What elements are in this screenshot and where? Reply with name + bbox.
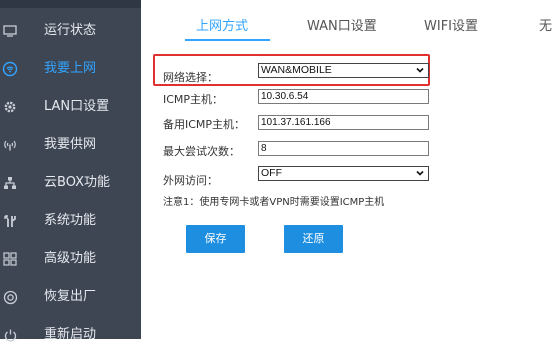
wifi-icon [0, 50, 20, 88]
reset-icon [0, 278, 20, 316]
sidebar-item-factory-reset[interactable]: 恢复出厂 [0, 278, 141, 316]
network-select-value: WAN&MOBILE [261, 64, 332, 76]
sidebar-item-advanced[interactable]: 高级功能 [0, 240, 141, 278]
network-icon [0, 164, 20, 202]
sidebar-item-label: 高级功能 [44, 251, 97, 266]
gear-icon [0, 88, 20, 126]
max-retries-input[interactable]: 8 [258, 141, 429, 156]
external-access-label: 外网访问： [163, 174, 218, 187]
sidebar-item-system[interactable]: 系统功能 [0, 202, 141, 240]
sidebar-item-provide-network[interactable]: 我要供网 [0, 126, 141, 164]
monitor-icon [0, 12, 20, 50]
sidebar-item-label: 重新启动 [44, 327, 97, 342]
icmp-host-input[interactable]: 10.30.6.54 [258, 89, 429, 104]
tab-wan-settings[interactable]: WAN口设置 [307, 8, 377, 46]
sidebar-item-label: 系统功能 [44, 213, 97, 228]
restore-button[interactable]: 还原 [284, 225, 343, 253]
network-select-label: 网络选择： [163, 71, 218, 84]
sidebar-item-label: 运行状态 [44, 23, 97, 38]
chevron-down-icon [416, 170, 424, 176]
broadcast-icon [0, 126, 20, 164]
power-icon [0, 316, 20, 354]
sidebar-item-status[interactable]: 运行状态 [0, 12, 141, 50]
backup-icmp-host-label: 备用ICMP主机： [163, 118, 246, 131]
external-access-value: OFF [261, 167, 282, 179]
sidebar-item-internet[interactable]: 我要上网 [0, 50, 141, 88]
tab-wifi-settings[interactable]: WIFI设置 [424, 8, 478, 46]
sidebar-item-lan[interactable]: LAN口设置 [0, 88, 141, 126]
chevron-down-icon [416, 67, 424, 73]
max-retries-label: 最大尝试次数： [163, 145, 240, 158]
backup-icmp-host-input[interactable]: 101.37.161.166 [258, 115, 429, 130]
sidebar-item-label: 恢复出厂 [44, 289, 97, 304]
tools-icon [0, 202, 20, 240]
grid-icon [0, 240, 20, 278]
sidebar-item-label: 我要上网 [44, 61, 97, 76]
save-button[interactable]: 保存 [186, 225, 245, 253]
network-select[interactable]: WAN&MOBILE [258, 63, 429, 78]
sidebar: 运行状态 我要上网 LAN口设置 我要供网 云BOX功能 系统功能 高级功能 恢… [0, 0, 141, 342]
sidebar-item-label: LAN口设置 [44, 99, 110, 114]
icmp-note: 注意1：使用专网卡或者VPN时需要设置ICMP主机 [163, 197, 385, 208]
icmp-host-label: ICMP主机： [163, 93, 224, 106]
sidebar-item-cloud-box[interactable]: 云BOX功能 [0, 164, 141, 202]
tab-more[interactable]: 无 [539, 8, 552, 46]
active-tab-underline [185, 39, 270, 41]
sidebar-top-strip [0, 0, 141, 8]
sidebar-item-label: 我要供网 [44, 137, 97, 152]
external-access-select[interactable]: OFF [258, 166, 429, 181]
sidebar-item-reboot[interactable]: 重新启动 [0, 316, 141, 354]
sidebar-item-label: 云BOX功能 [44, 175, 110, 190]
